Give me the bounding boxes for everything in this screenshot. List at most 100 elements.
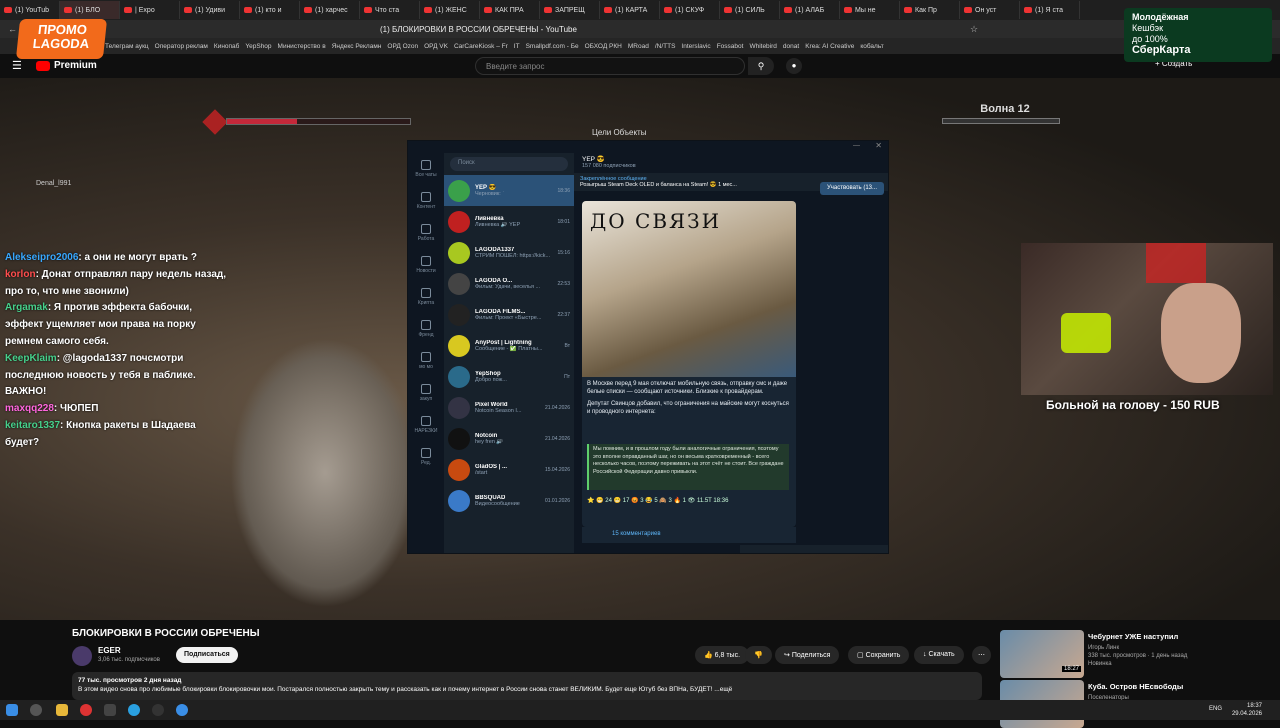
telegram-folder[interactable]: Ред.	[408, 441, 444, 473]
telegram-folder[interactable]: Работа	[408, 217, 444, 249]
back-icon[interactable]: ←	[8, 24, 17, 34]
browser-tab[interactable]: | Expo	[120, 1, 180, 19]
browser-tab[interactable]: Он уст	[960, 1, 1020, 19]
close-icon[interactable]: ✕	[875, 141, 882, 150]
description-box[interactable]: 77 тыс. просмотров 2 дня назад В этом ви…	[72, 672, 982, 700]
address-bar: ← → ⟳ (1) БЛОКИРОВКИ В РОССИИ ОБРЕЧЕНЫ -…	[0, 20, 1280, 38]
menu-icon[interactable]: ☰	[12, 59, 22, 72]
bookmark-item[interactable]: CarCareKiosk – Fr	[454, 43, 508, 50]
browser-tab[interactable]: ЗАПРЕЩ	[540, 1, 600, 19]
more-button[interactable]: ⋯	[972, 646, 991, 664]
participate-button[interactable]: Участвовать (13...	[819, 182, 884, 195]
like-button[interactable]: 👍 6,8 тыс.	[695, 646, 750, 664]
telegram-chat-item[interactable]: Pixel World Notcoin Season I... 21.04.2026	[444, 392, 574, 423]
browser-tab[interactable]: (1) кто и	[240, 1, 300, 19]
telegram-folder[interactable]: мо мо	[408, 345, 444, 377]
attach-icon[interactable]: ⌀	[748, 550, 753, 553]
browser-tab[interactable]: (1) YouTub	[0, 1, 60, 19]
browser-tab[interactable]: (1) харчес	[300, 1, 360, 19]
telegram-chat-item[interactable]: LAGODA1337 СТРИМ ПОШЕЛ: https://kick... 15…	[444, 237, 574, 268]
telegram-folder[interactable]: НАРЕЗКИ	[408, 409, 444, 441]
telegram-folder[interactable]: Крипта	[408, 281, 444, 313]
system-clock[interactable]: 18:37 29.04.2026	[1232, 702, 1262, 718]
telegram-chat-item[interactable]: YEP 😎 Черновик: ` 18:36	[444, 175, 574, 206]
telegram-chat-item[interactable]: YepShop Добро пож... Пт	[444, 361, 574, 392]
telegram-chat-item[interactable]: LAGODA FILMS... Фильм: Проект «Быстре... 2…	[444, 299, 574, 330]
explorer-icon[interactable]	[56, 704, 68, 716]
browser-tab[interactable]: (1) АЛАБ	[780, 1, 840, 19]
telegram-chat-item[interactable]: LAGODA О... Фильм: Удачи, веселья ... 22:5…	[444, 268, 574, 299]
subscribe-button[interactable]: Подписаться	[176, 647, 238, 663]
post-image[interactable]: ДО СВЯЗИ	[582, 201, 796, 377]
message-input-bar[interactable]: ⌀ ➤	[740, 545, 888, 553]
bookmark-item[interactable]: Яндекс Рекламн	[332, 43, 382, 50]
bookmark-item[interactable]: Fossabot	[717, 43, 744, 50]
telegram-folder[interactable]: закуп	[408, 377, 444, 409]
telegram-chat-item[interactable]: BBSQUAD Видеосообщение 01.01.2026	[444, 485, 574, 516]
search-input[interactable]: Введите запрос	[475, 57, 745, 75]
obs-icon[interactable]	[152, 704, 164, 716]
browser-tab[interactable]: КАК ПРА	[480, 1, 540, 19]
bookmark-star-icon[interactable]: ☆	[970, 24, 978, 35]
telegram-chat-item[interactable]: GladOS | .../start 15.04.2026	[444, 454, 574, 485]
bookmark-item[interactable]: Interslavic	[681, 43, 710, 50]
recommended-video[interactable]: Чебурнет УЖЕ наступил Игорь Линк 338 тыс. …	[1000, 630, 1280, 678]
telegram-folder[interactable]: Френд	[408, 313, 444, 345]
chrome-icon[interactable]	[176, 704, 188, 716]
page-title-url[interactable]: (1) БЛОКИРОВКИ В РОССИИ ОБРЕЧЕНЫ - YouTu…	[380, 25, 577, 34]
browser-tab[interactable]: (1) Удиви	[180, 1, 240, 19]
stream-chat: Alekseipro2006: а они не могут врать ? ko…	[5, 250, 230, 452]
yandex-browser-icon[interactable]	[80, 704, 92, 716]
dislike-button[interactable]: 👎	[745, 646, 772, 664]
bookmark-item[interactable]: IT	[514, 43, 520, 50]
browser-tab[interactable]: (1) КАРТА	[600, 1, 660, 19]
browser-tab[interactable]: (1) ЖЕНС	[420, 1, 480, 19]
browser-tab[interactable]: Что ста	[360, 1, 420, 19]
browser-tab[interactable]: (1) Я ста	[1020, 1, 1080, 19]
browser-tab[interactable]: (1) СКУФ	[660, 1, 720, 19]
bookmark-item[interactable]: /N/TTS	[655, 43, 676, 50]
browser-tab[interactable]: Как Пр	[900, 1, 960, 19]
save-button[interactable]: ▢ Сохранить	[848, 646, 910, 664]
bookmark-item[interactable]: Krea: AI Creative	[805, 43, 854, 50]
share-button[interactable]: ↪ Поделиться	[775, 646, 840, 664]
telegram-folder[interactable]: Новости	[408, 249, 444, 281]
bookmark-item[interactable]: Министерство в	[278, 43, 326, 50]
channel-header[interactable]: YEP 😎 157 080 подписчиков	[574, 153, 888, 173]
channel-name[interactable]: EGER	[98, 646, 121, 655]
search-button[interactable]: ⚲	[748, 57, 774, 75]
app-icon[interactable]	[104, 704, 116, 716]
channel-avatar[interactable]	[72, 646, 92, 666]
bookmark-item[interactable]: Оператор реклам	[155, 43, 208, 50]
bookmark-item[interactable]: MRoad	[628, 43, 649, 50]
browser-tab[interactable]: (1) СИЛЬ	[720, 1, 780, 19]
browser-tab[interactable]: (1) БЛО	[60, 1, 120, 19]
windows-start-icon[interactable]	[6, 704, 18, 716]
download-button[interactable]: ↓ Скачать	[914, 646, 964, 664]
telegram-chat-item[interactable]: AnyPost | Lightning Сообщение - ✅ Платны.…	[444, 330, 574, 361]
telegram-search-input[interactable]: Поиск	[450, 157, 568, 171]
youtube-logo[interactable]: Premium	[36, 60, 97, 71]
comments-link[interactable]: 15 комментариев	[582, 527, 796, 543]
bookmark-item[interactable]: Smallpdf.com - Бе	[526, 43, 579, 50]
mic-button[interactable]: ●	[786, 58, 802, 74]
bookmark-item[interactable]: Кинопаб	[214, 43, 239, 50]
post-reactions[interactable]: ⭐ 😁 24 😬 17 😡 3 😂 5 🙈 3 🔥 1 👁 11.5T 18:3…	[587, 497, 791, 504]
language-indicator[interactable]: ENG	[1209, 706, 1222, 712]
browser-tab[interactable]: Мы не	[840, 1, 900, 19]
telegram-taskbar-icon[interactable]	[128, 704, 140, 716]
search-taskbar-icon[interactable]	[30, 704, 42, 716]
bookmark-item[interactable]: YepShop	[245, 43, 271, 50]
bookmark-item[interactable]: ОБХОД РКН	[585, 43, 622, 50]
bookmark-item[interactable]: кобальт	[860, 43, 883, 50]
telegram-chat-item[interactable]: Ливневка Ливневка 🔊 YEP 18:01	[444, 206, 574, 237]
bookmark-item[interactable]: Whitebird	[749, 43, 776, 50]
telegram-folder[interactable]: Контент	[408, 185, 444, 217]
telegram-folder[interactable]: Все чаты	[408, 153, 444, 185]
bookmark-item[interactable]: donat	[783, 43, 799, 50]
bookmark-item[interactable]: ОРД Ozon	[387, 43, 418, 50]
telegram-chat-item[interactable]: Notcoin hey fren 🔊 21.04.2026	[444, 423, 574, 454]
bookmark-item[interactable]: ОРД VK	[424, 43, 448, 50]
minimize-icon[interactable]: —	[853, 142, 860, 149]
bookmark-item[interactable]: Телеграм аукц	[105, 43, 149, 50]
